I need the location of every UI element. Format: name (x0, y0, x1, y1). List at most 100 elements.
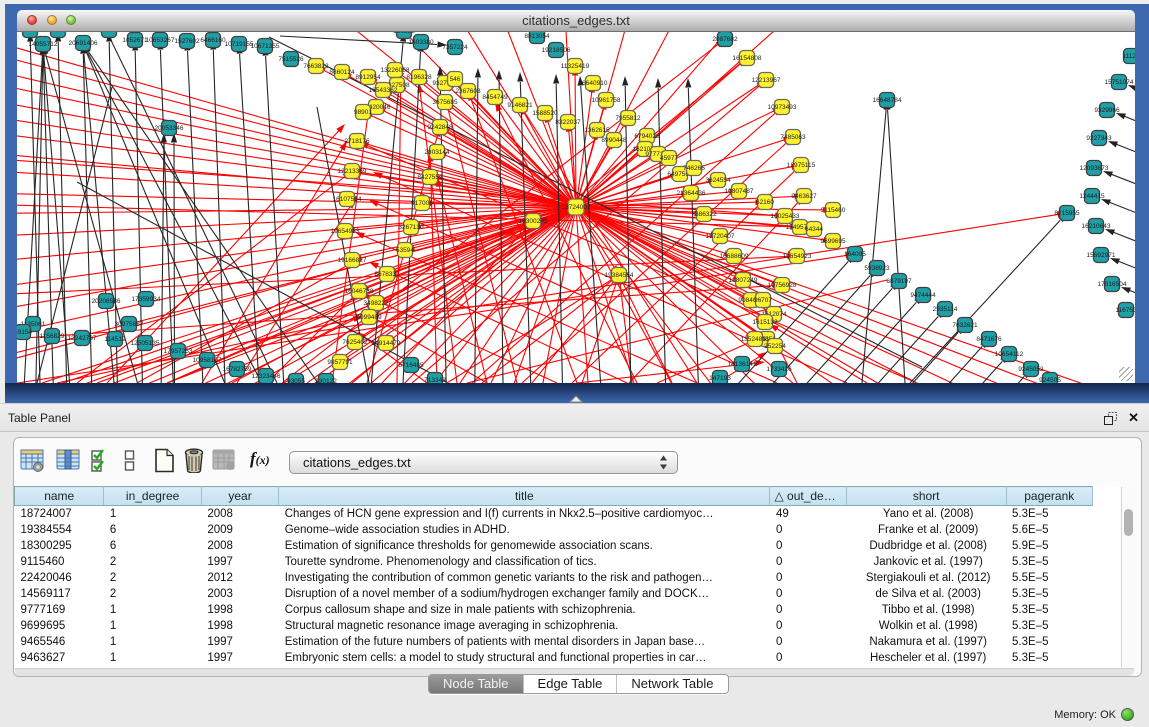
svg-text:10025433: 10025433 (771, 213, 800, 220)
svg-text:2935114: 2935114 (933, 306, 958, 313)
svg-text:7663822: 7663822 (303, 63, 329, 70)
svg-text:1052671: 1052671 (122, 37, 148, 44)
svg-text:16107554: 16107554 (333, 196, 362, 203)
svg-text:147193: 147193 (709, 375, 731, 382)
svg-text:9474444: 9474444 (910, 292, 936, 299)
svg-text:15751074: 15751074 (1105, 79, 1134, 86)
svg-text:12505135: 12505135 (131, 340, 160, 347)
svg-text:98901: 98901 (354, 109, 372, 116)
svg-text:6466160: 6466160 (200, 37, 226, 44)
svg-text:16210643: 16210643 (1082, 223, 1111, 230)
svg-text:7485063: 7485063 (780, 134, 806, 141)
svg-text:9115460: 9115460 (821, 207, 846, 214)
svg-text:64344: 64344 (805, 226, 823, 233)
svg-text:10807487: 10807487 (725, 188, 754, 195)
svg-text:10688609: 10688609 (720, 253, 749, 260)
svg-text:12975115: 12975115 (787, 162, 816, 169)
svg-text:12093873: 12093873 (1080, 165, 1109, 172)
svg-text:9857791: 9857791 (327, 359, 353, 366)
svg-text:19654983: 19654983 (331, 228, 360, 235)
svg-text:20206536: 20206536 (92, 298, 121, 305)
svg-text:9146821: 9146821 (507, 102, 533, 109)
svg-text:12213369: 12213369 (338, 168, 367, 175)
svg-text:30975887: 30975887 (115, 321, 144, 328)
svg-text:7515526: 7515526 (278, 56, 304, 63)
svg-text:2087682: 2087682 (712, 36, 738, 43)
svg-text:3624554: 3624554 (705, 177, 731, 184)
svg-text:8990448: 8990448 (601, 137, 627, 144)
svg-text:14136141: 14136141 (728, 361, 757, 368)
svg-text:6879197: 6879197 (886, 278, 912, 285)
svg-text:17359934: 17359934 (132, 296, 161, 303)
svg-text:3675685: 3675685 (432, 99, 458, 106)
svg-text:17957253: 17957253 (164, 348, 193, 355)
svg-text:252254: 252254 (764, 343, 786, 350)
svg-text:7632621: 7632621 (952, 322, 978, 329)
svg-text:10973493: 10973493 (768, 104, 797, 111)
svg-text:18300295: 18300295 (519, 218, 548, 225)
svg-text:16782759: 16782759 (223, 366, 252, 373)
svg-text:3267130: 3267130 (398, 224, 424, 231)
svg-text:53594: 53594 (396, 247, 414, 254)
svg-text:10961758: 10961758 (592, 97, 621, 104)
svg-text:15720407: 15720407 (706, 233, 735, 240)
svg-text:39154: 39154 (17, 329, 32, 336)
svg-text:1362615: 1362615 (584, 127, 610, 134)
svg-text:16648784: 16648784 (873, 97, 902, 104)
svg-text:10653267: 10653267 (146, 37, 175, 44)
svg-text:20053346: 20053346 (155, 125, 184, 132)
svg-text:16046738: 16046738 (345, 288, 374, 295)
svg-text:8678331: 8678331 (374, 271, 400, 278)
svg-text:10958107: 10958107 (193, 357, 222, 364)
svg-text:1527602: 1527602 (174, 38, 200, 45)
svg-text:9329966: 9329966 (1094, 107, 1120, 114)
svg-text:1244415: 1244415 (1079, 193, 1105, 200)
svg-text:190571: 190571 (47, 32, 69, 34)
svg-text:4099489: 4099489 (356, 314, 382, 321)
svg-text:7357224: 7357224 (442, 44, 468, 51)
svg-text:7955812: 7955812 (615, 115, 641, 122)
svg-text:13226058: 13226058 (381, 67, 410, 74)
svg-text:5716485: 5716485 (398, 362, 424, 369)
svg-text:8427552: 8427552 (417, 174, 443, 181)
svg-text:9699695: 9699695 (820, 238, 846, 245)
svg-text:9245052: 9245052 (1018, 366, 1044, 373)
svg-text:16640910: 16640910 (579, 80, 608, 87)
svg-text:16543362: 16543362 (369, 87, 398, 94)
svg-text:3498222: 3498222 (363, 300, 389, 307)
svg-text:164095: 164095 (844, 251, 866, 258)
svg-text:1603380: 1603380 (408, 39, 434, 46)
svg-text:9463627: 9463627 (791, 193, 817, 200)
svg-text:140557: 140557 (19, 32, 41, 34)
svg-text:546: 546 (450, 76, 461, 83)
svg-text:17016504: 17016504 (1098, 281, 1127, 288)
svg-text:20691406: 20691406 (69, 40, 98, 47)
svg-text:165051: 165051 (98, 32, 120, 34)
svg-text:10671355: 10671355 (251, 43, 280, 50)
svg-text:96707: 96707 (754, 297, 772, 304)
svg-text:19384554: 19384554 (605, 272, 634, 279)
svg-text:16154808: 16154808 (733, 55, 762, 62)
svg-text:9227343: 9227343 (1086, 135, 1112, 142)
svg-text:2367608: 2367608 (455, 88, 481, 95)
svg-text:7386322: 7386322 (691, 211, 717, 218)
svg-text:10756928: 10756928 (768, 282, 797, 289)
svg-text:62160: 62160 (756, 199, 774, 206)
svg-text:1615132: 1615132 (752, 319, 778, 326)
svg-text:13524851: 13524851 (741, 336, 770, 343)
svg-text:19166827: 19166827 (338, 257, 367, 264)
svg-text:12213967: 12213967 (752, 77, 781, 84)
svg-text:8912954: 8912954 (355, 74, 381, 81)
svg-text:8471676: 8471676 (976, 336, 1002, 343)
svg-text:11123: 11123 (1122, 53, 1135, 60)
svg-text:18724007: 18724007 (562, 204, 591, 211)
svg-text:12323446: 12323446 (252, 373, 281, 380)
svg-text:160338: 160338 (393, 32, 415, 35)
svg-text:917006: 917006 (411, 200, 433, 207)
svg-text:7625402: 7625402 (342, 339, 368, 346)
svg-text:45977: 45977 (660, 155, 678, 162)
svg-text:12242737: 12242737 (68, 335, 97, 342)
svg-text:2803144: 2803144 (424, 149, 450, 156)
svg-text:14055712: 14055712 (29, 41, 58, 48)
svg-text:19654923: 19654923 (783, 253, 812, 260)
